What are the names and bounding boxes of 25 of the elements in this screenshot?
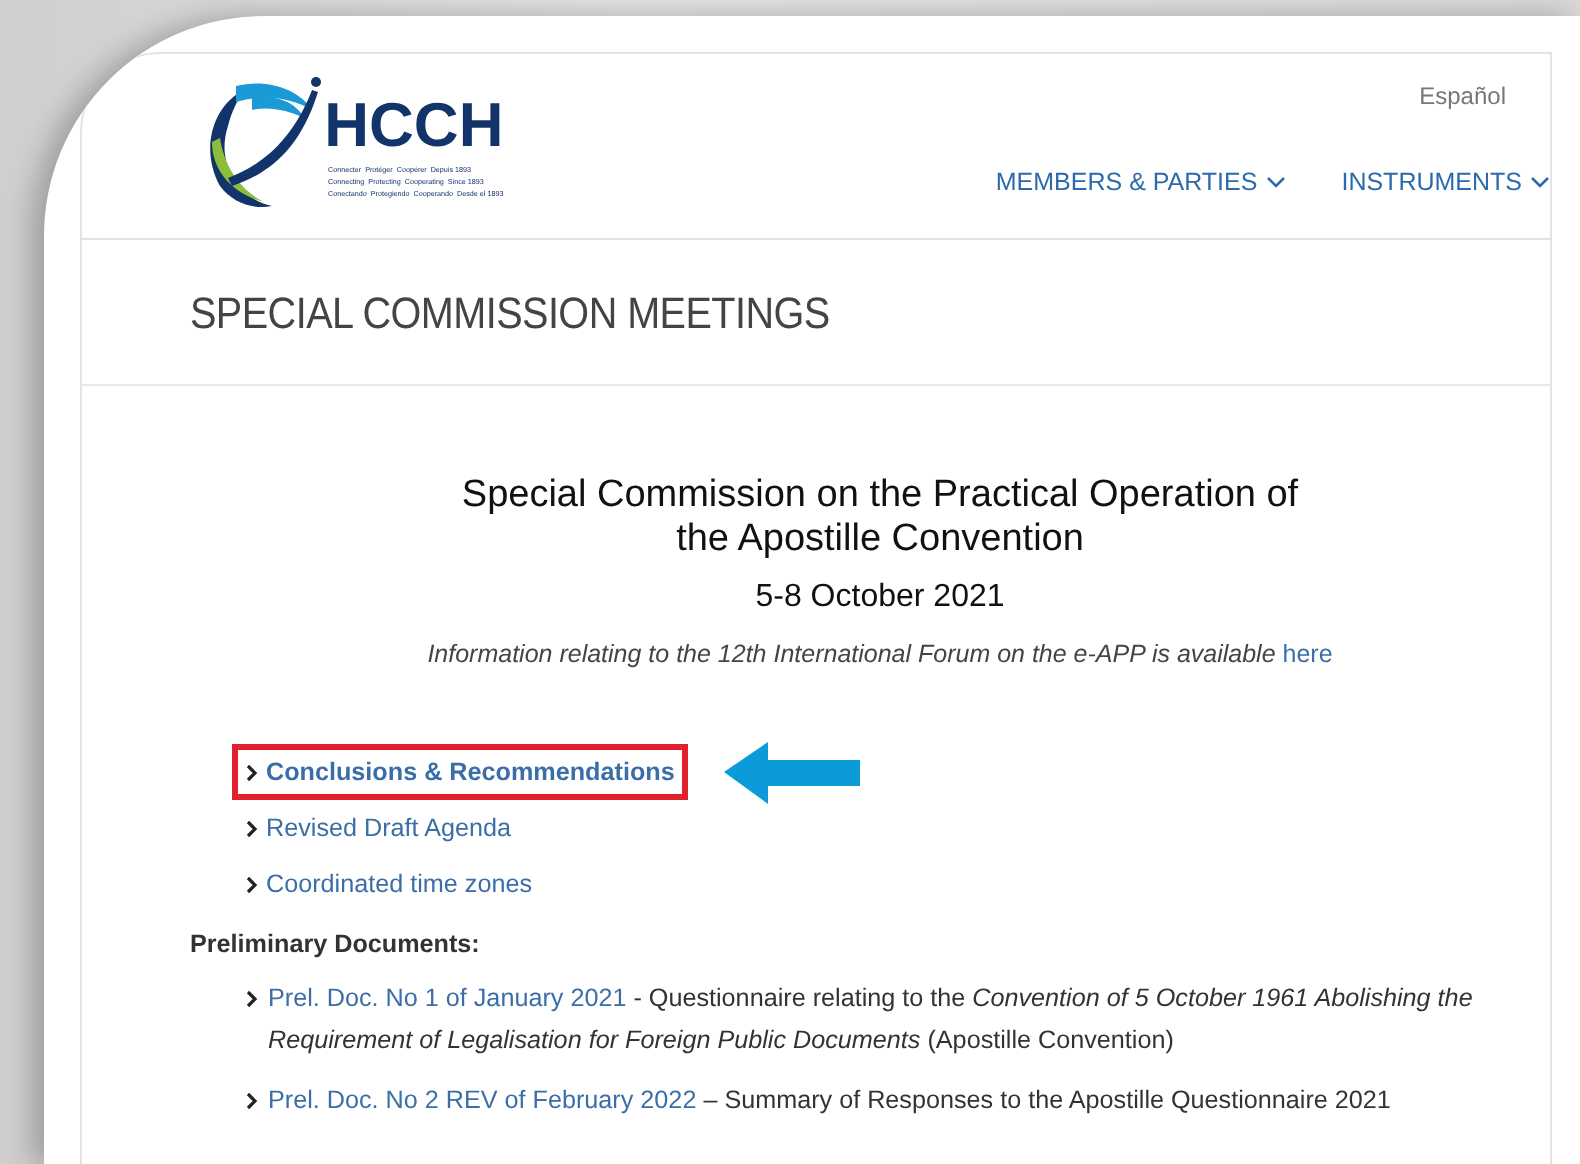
section-heading: Preliminary Documents: [190,930,482,958]
here-link[interactable]: here [1282,640,1333,668]
meeting-date: 5-8 October 2021 [753,580,1007,616]
document-link[interactable]: Prel. Doc. No 2 REV of February 2022 [268,1086,697,1114]
meeting-heading: Special Commission on the Practical Operation of the Apostille Convention [459,474,1300,562]
document-description: Prel. Doc. No 1 of January 2021 - Questionnaire relating to the Convention of 5 October 1961 Abolishing the Requirement of Legalisation for Foreign Public Documents (Apostille Convention) [268,982,1475,1058]
nav-menu-link[interactable]: INSTRUMENTS [1341,168,1550,196]
nav-menu-link[interactable]: MEMBERS & PARTIES [995,168,1286,196]
chevron-icon [246,819,258,837]
chevron-down-icon [1530,176,1550,188]
language-link[interactable]: Español [1419,82,1506,110]
arrow-icon [724,740,865,804]
document-link[interactable]: Prel. Doc. No 1 of January 2021 [268,984,627,1012]
document-description: Prel. Doc. No 2 REV of February 2022 – Summary of Responses to the Apostille Questionnaire 2021 [268,1084,1391,1118]
chevron-icon [246,1092,258,1110]
logo-text: HCCH [324,94,504,156]
document-link[interactable]: Coordinated time zones [266,870,533,898]
document-link[interactable]: Revised Draft Agenda [266,814,512,842]
chevron-icon [246,990,258,1008]
info-text: Information relating to the 12th International Forum on the e-APP is available here [425,640,1335,668]
page-title: SPECIAL COMMISSION MEETINGS [190,288,830,340]
chevron-icon [246,763,258,781]
chevron-down-icon [1265,176,1286,188]
chevron-icon [246,875,258,893]
document-link[interactable]: Conclusions & Recommendations [266,758,675,786]
